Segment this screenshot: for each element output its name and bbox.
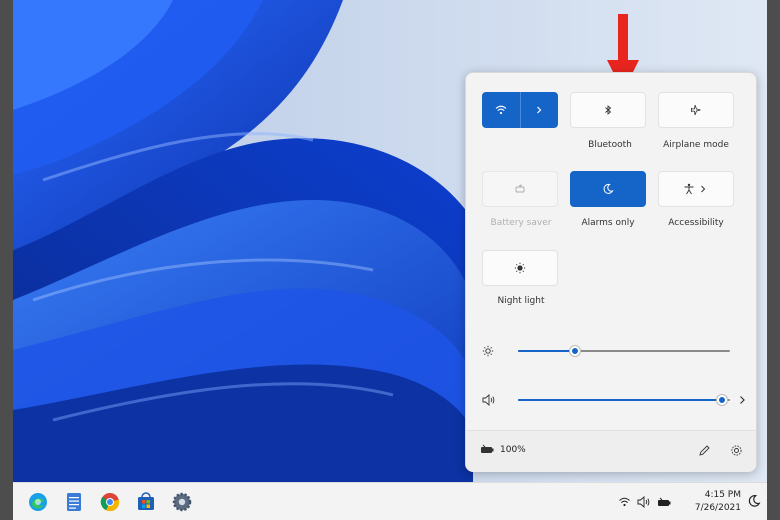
edge-icon[interactable] <box>25 489 51 515</box>
focus-assist-label: Alarms only <box>581 218 635 228</box>
wifi-icon <box>495 105 507 115</box>
quick-settings-panel: Bluetooth Airplane mode Battery saver Al… <box>465 72 757 472</box>
speaker-icon <box>482 394 495 406</box>
airplane-mode-label: Airplane mode <box>663 140 729 150</box>
battery-saver-tile[interactable] <box>482 171 558 207</box>
volume-thumb[interactable] <box>717 395 727 405</box>
brightness-thumb[interactable] <box>570 346 580 356</box>
chrome-icon[interactable] <box>97 489 123 515</box>
airplane-icon <box>691 104 701 116</box>
battery-percentage: 100% <box>500 444 526 455</box>
screenshot-frame: Bluetooth Airplane mode Battery saver Al… <box>0 0 780 520</box>
bluetooth-tile[interactable] <box>570 92 646 128</box>
chevron-right-icon <box>701 185 706 193</box>
focus-assist-tile[interactable] <box>570 171 646 207</box>
sun-icon <box>482 345 494 357</box>
airplane-mode-tile[interactable] <box>658 92 734 128</box>
battery-charging-icon <box>481 444 494 453</box>
tray-speaker-icon <box>637 496 650 508</box>
settings-icon[interactable] <box>169 489 195 515</box>
brightness-fill <box>518 350 575 352</box>
store-icon[interactable] <box>133 489 159 515</box>
settings-gear-icon[interactable] <box>730 444 743 457</box>
volume-output-chevron-icon[interactable] <box>736 394 748 406</box>
volume-slider[interactable] <box>518 395 730 405</box>
battery-saver-icon <box>515 184 525 193</box>
brightness-slider[interactable] <box>518 346 730 356</box>
desktop: Bluetooth Airplane mode Battery saver Al… <box>13 0 767 520</box>
night-light-icon <box>514 262 526 274</box>
tray-wifi-icon <box>619 497 630 507</box>
volume-fill <box>518 399 722 401</box>
quick-settings-footer: 100% <box>466 430 756 472</box>
bluetooth-icon <box>605 105 612 115</box>
accessibility-icon <box>684 183 694 195</box>
night-light-tile[interactable] <box>482 250 558 286</box>
tray-battery-icon <box>658 497 671 506</box>
clock[interactable]: 4:15 PM 7/26/2021 <box>689 489 741 515</box>
night-light-label: Night light <box>497 296 545 306</box>
accessibility-label: Accessibility <box>668 218 724 228</box>
moon-icon <box>603 183 614 194</box>
wifi-toggle[interactable] <box>482 92 520 128</box>
edit-pencil-icon[interactable] <box>698 444 711 457</box>
bluetooth-label: Bluetooth <box>588 140 632 150</box>
battery-status[interactable]: 100% <box>480 444 526 455</box>
chevron-right-icon <box>537 106 542 114</box>
system-tray[interactable] <box>618 490 673 514</box>
brightness-row <box>478 341 746 361</box>
taskbar: 4:15 PM 7/26/2021 <box>13 482 767 520</box>
accessibility-tile[interactable] <box>658 171 734 207</box>
notepad-icon[interactable] <box>61 489 87 515</box>
volume-row <box>478 390 746 410</box>
focus-assist-moon-icon[interactable] <box>747 494 761 508</box>
clock-date: 7/26/2021 <box>694 503 741 513</box>
wifi-tile[interactable] <box>482 92 558 128</box>
battery-saver-label: Battery saver <box>490 218 552 228</box>
wifi-expand-button[interactable] <box>521 92 559 128</box>
clock-time: 4:15 PM <box>704 490 741 500</box>
